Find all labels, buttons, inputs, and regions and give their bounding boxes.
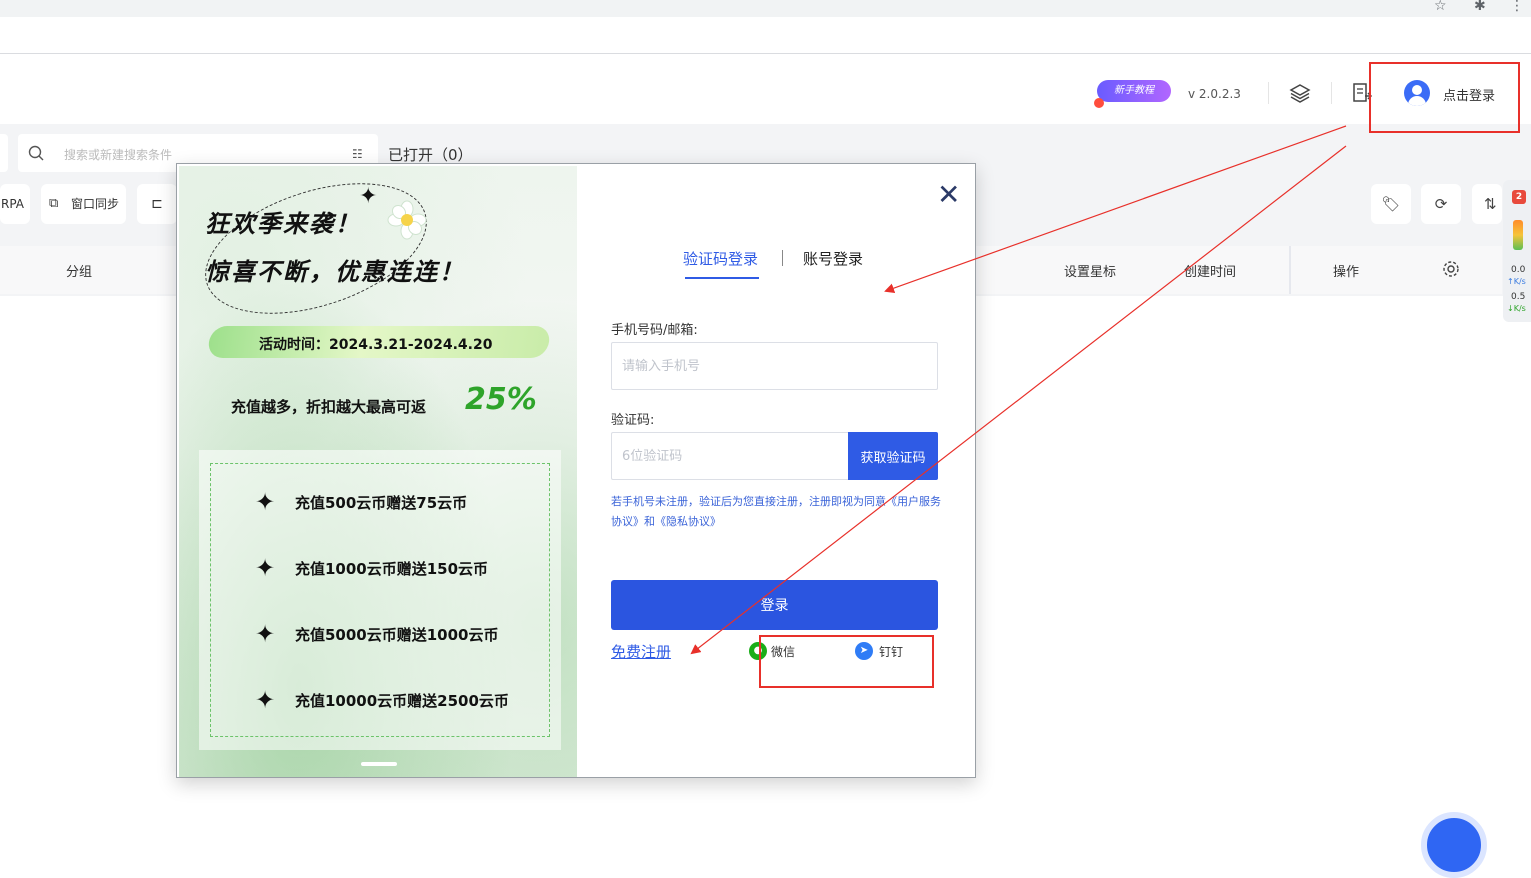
sparkle-icon: ✦ [255, 620, 276, 648]
window-sync-icon: ⧉ [49, 196, 59, 211]
annotation-box [759, 635, 934, 688]
version-label: v 2.0.2.3 [1188, 87, 1241, 101]
signal-meter-icon [1513, 220, 1523, 250]
header-divider [1268, 82, 1269, 104]
promo-offer-item: ✦ 充值10000云币赠送2500云币 [255, 686, 509, 714]
opened-count-label: 已打开（0） [388, 146, 473, 164]
promo-offer-item: ✦ 充值5000云币赠送1000云币 [255, 620, 499, 648]
column-settings-icon[interactable] [1442, 260, 1460, 282]
promo-title: 狂欢季来袭！ [205, 210, 361, 238]
refresh-icon[interactable]: ⟳ [1421, 184, 1461, 224]
upload-speed: 0.0 [1511, 265, 1526, 275]
flower-icon [387, 200, 427, 240]
tag-icon[interactable]: 🏷 [1371, 184, 1411, 224]
tab-account-login[interactable]: 账号登录 [803, 248, 863, 269]
group-select[interactable] [0, 134, 8, 172]
column-actions: 操作 [1333, 265, 1360, 280]
download-unit: ↓K/s [1507, 304, 1526, 313]
column-star[interactable]: 设置星标 [1064, 261, 1116, 280]
browser-tab-strip: ☆ ✱ ⋮ [0, 0, 1531, 17]
notification-badge[interactable]: 2 [1512, 190, 1526, 204]
extensions-icon[interactable]: ✱ [1474, 0, 1486, 14]
search-placeholder[interactable]: 搜索或新建搜索条件 [64, 146, 172, 163]
promo-ellipse-decoration [188, 164, 444, 339]
tutorial-badge[interactable]: 新手教程 [1097, 80, 1171, 102]
phone-label: 手机号码/邮箱: [611, 323, 698, 338]
register-link[interactable]: 免费注册 [611, 641, 671, 662]
sparkle-icon: ✦ [255, 686, 276, 714]
promo-offer-item: ✦ 充值1000云币赠送150云币 [255, 554, 489, 582]
layout-toggle-button[interactable]: ⊏ [137, 184, 177, 224]
sparkle-icon: ✦ [359, 184, 378, 209]
tutorial-dot-icon [1094, 98, 1104, 108]
active-tab-underline [685, 277, 759, 279]
upload-unit: ↑K/s [1507, 277, 1526, 286]
rpa-button[interactable]: RPA [0, 184, 30, 224]
column-divider [1289, 246, 1291, 294]
sort-icon[interactable]: ⇅ [1472, 184, 1502, 224]
promo-date: 活动时间：2024.3.21-2024.4.20 [259, 337, 493, 353]
promo-subtitle: 惊喜不断，优惠连连！ [205, 258, 465, 286]
close-icon[interactable]: ✕ [937, 181, 960, 209]
tab-divider [782, 250, 783, 266]
login-button[interactable]: 登录 [611, 580, 938, 630]
browser-menu-icon[interactable]: ⋮ [1510, 0, 1524, 14]
code-input[interactable] [611, 432, 849, 480]
layers-icon[interactable] [1289, 82, 1311, 108]
browser-toolbar [0, 17, 1531, 54]
filter-list-icon[interactable]: ☷ [352, 147, 363, 161]
code-label: 验证码: [611, 413, 655, 428]
phone-input[interactable] [611, 342, 938, 390]
sparkle-icon: ✦ [255, 554, 276, 582]
search-icon [28, 145, 44, 161]
support-chat-button[interactable] [1421, 812, 1487, 878]
column-group[interactable]: 分组 [66, 261, 92, 280]
download-speed: 0.5 [1511, 292, 1526, 302]
sparkle-icon: ✦ [255, 488, 276, 516]
promo-cashback-text: 充值越多，折扣越大最高可返 [231, 398, 427, 416]
column-created-time[interactable]: 创建时间 [1184, 261, 1236, 280]
promo-offer-item: ✦ 充值500云币赠送75云币 [255, 488, 468, 516]
window-sync-button[interactable]: ⧉ 窗口同步 [41, 184, 126, 224]
get-code-button[interactable]: 获取验证码 [848, 432, 938, 480]
promo-cashback-percent: 25% [465, 382, 537, 417]
tab-code-login[interactable]: 验证码登录 [683, 248, 758, 269]
window-sync-label: 窗口同步 [71, 197, 120, 211]
bookmark-star-icon[interactable]: ☆ [1434, 0, 1447, 14]
registration-notice: 若手机号未注册，验证后为您直接注册，注册即视为同意《用户服务协议》和《隐私协议》 [611, 495, 941, 528]
promo-carousel-indicator[interactable] [361, 762, 397, 766]
header-divider [1331, 82, 1332, 104]
promo-panel: ✦ 狂欢季来袭！ 惊喜不断，优惠连连！ 活动时间：2024.3.21-2024.… [179, 164, 577, 777]
annotation-box [1369, 62, 1520, 133]
